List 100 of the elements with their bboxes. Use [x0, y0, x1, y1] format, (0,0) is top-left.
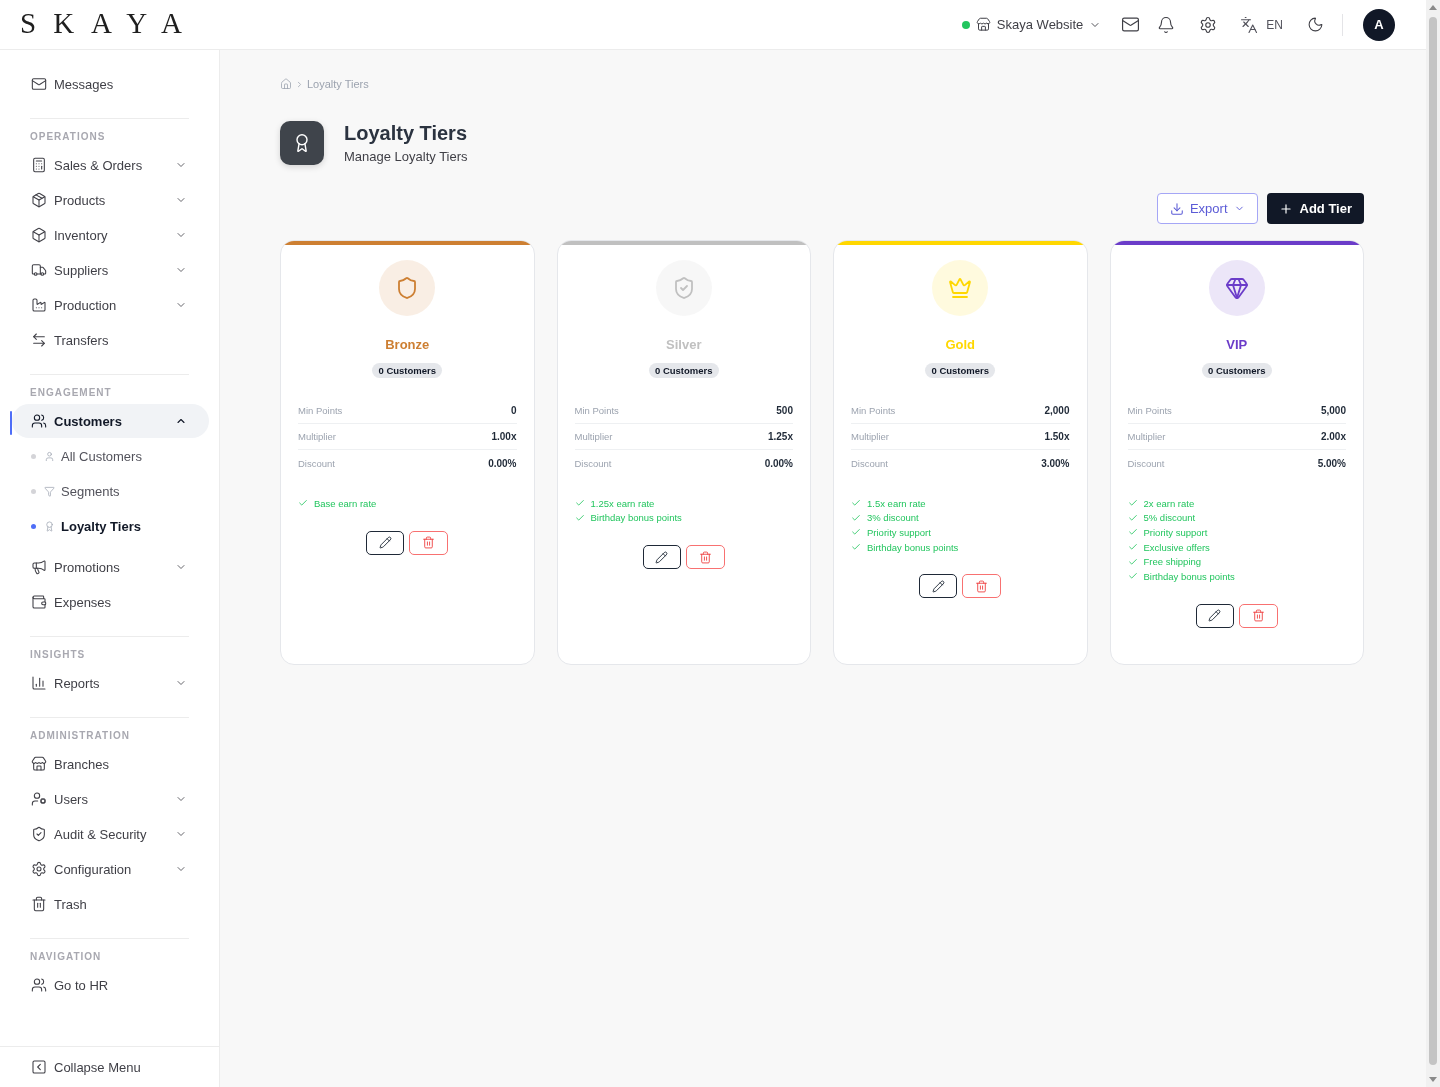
translate-icon: [1240, 15, 1259, 34]
sidebar-subitem[interactable]: Segments: [12, 474, 209, 509]
pencil-icon: [378, 536, 392, 550]
sidebar-item[interactable]: Messages: [12, 67, 209, 101]
sidebar-item[interactable]: Suppliers: [12, 253, 209, 287]
feature-text: 1.25x earn rate: [590, 497, 655, 509]
envelope-icon: [1120, 15, 1140, 34]
avatar-button[interactable]: A: [1363, 8, 1395, 41]
check-icon: [851, 512, 861, 523]
tier-name: VIP: [1226, 337, 1248, 353]
edit-button[interactable]: [366, 530, 405, 555]
check-icon: [574, 498, 585, 509]
bullet-dot-icon: [31, 454, 36, 459]
language-button[interactable]: EN: [1234, 6, 1289, 43]
chevron-right-icon: [295, 79, 304, 89]
add-tier-button[interactable]: Add Tier: [1266, 193, 1364, 224]
sidebar-item[interactable]: Users: [12, 782, 209, 816]
stat-label: Discount: [298, 457, 335, 469]
factory-icon: [31, 297, 47, 313]
feature-text: 3% discount: [867, 512, 919, 524]
megaphone-icon: [31, 559, 47, 575]
trash-icon: [698, 550, 712, 564]
feature-text: Exclusive offers: [1143, 541, 1210, 553]
scrollbar[interactable]: [1426, 0, 1440, 1087]
bar-chart-icon: [31, 675, 47, 691]
trash-icon: [422, 536, 436, 550]
edit-button[interactable]: [642, 545, 681, 570]
sidebar-item[interactable]: Customers: [12, 404, 209, 438]
stat-label: Min Points: [1127, 405, 1172, 416]
sidebar-subitem[interactable]: All Customers: [12, 439, 209, 474]
users-icon: [31, 413, 47, 429]
sidebar-item[interactable]: Configuration: [12, 852, 209, 886]
customer-count-badge: 0 Customers: [925, 363, 996, 378]
store-selector[interactable]: Skaya Website: [961, 17, 1102, 32]
section-heading: ADMINISTRATION: [30, 729, 131, 743]
user-icon: [44, 451, 55, 462]
award-icon: [280, 121, 324, 165]
sidebar-item[interactable]: Reports: [12, 666, 209, 700]
sidebar-item[interactable]: Production: [12, 288, 209, 322]
scrollbar-thumb[interactable]: [1429, 17, 1437, 1065]
store-icon: [975, 17, 991, 32]
sidebar-item[interactable]: Sales & Orders: [12, 148, 209, 182]
sidebar-item[interactable]: Go to HR: [12, 968, 209, 1002]
check-icon: [298, 498, 308, 509]
stat-value: 0.00%: [764, 457, 793, 469]
sidebar-item[interactable]: Transfers: [12, 323, 209, 357]
settings-icon: [1199, 15, 1218, 34]
section-heading: NAVIGATION: [30, 950, 103, 964]
section-heading: ENGAGEMENT: [30, 386, 113, 400]
sidebar-item[interactable]: Expenses: [12, 585, 209, 619]
sidebar-item[interactable]: Trash: [12, 887, 209, 921]
check-icon: [1127, 498, 1138, 509]
stat-label: Discount: [1127, 457, 1165, 469]
feature-text: 1.5x earn rate: [867, 497, 926, 509]
envelope-icon: [31, 76, 47, 92]
shield-check-icon: [31, 826, 47, 842]
bell-icon: [1157, 15, 1176, 34]
stat-value: 0: [510, 405, 517, 416]
sidebar-item[interactable]: Audit & Security: [12, 817, 209, 851]
stat-value: 5.00%: [1317, 457, 1346, 469]
sidebar-item[interactable]: Branches: [12, 747, 209, 781]
edit-button[interactable]: [919, 574, 958, 599]
customer-count-badge: 0 Customers: [648, 363, 719, 378]
check-icon: [851, 498, 861, 509]
stat-value: 2.00x: [1320, 431, 1346, 442]
customer-count-badge: 0 Customers: [372, 363, 443, 378]
stat-label: Discount: [851, 457, 888, 469]
feature-text: 5% discount: [1143, 512, 1196, 524]
export-button[interactable]: Export: [1156, 193, 1258, 224]
scroll-down-arrow-icon[interactable]: [1429, 1077, 1437, 1082]
plus-icon: [1278, 201, 1293, 216]
download-icon: [1169, 201, 1184, 216]
stat-label: Min Points: [574, 405, 619, 416]
calculator-icon: [31, 157, 47, 173]
bullet-dot-icon: [31, 489, 36, 494]
collapse-menu-button[interactable]: Collapse Menu: [31, 1059, 141, 1075]
stat-value: 3.00%: [1041, 457, 1070, 469]
scroll-up-arrow-icon[interactable]: [1429, 5, 1437, 10]
check-icon: [1127, 512, 1138, 523]
moon-icon: [1306, 16, 1324, 33]
check-icon: [1127, 556, 1138, 567]
settings-icon: [31, 861, 47, 877]
brand-logo[interactable]: SKAYA: [20, 5, 200, 40]
stat-label: Multiplier: [298, 431, 336, 442]
stat-label: Min Points: [298, 405, 343, 416]
home-icon[interactable]: [280, 78, 292, 90]
check-icon: [1127, 542, 1138, 553]
pencil-icon: [1208, 609, 1222, 623]
feature-text: Birthday bonus points: [590, 512, 682, 524]
edit-button[interactable]: [1195, 603, 1234, 628]
sidebar-item[interactable]: Inventory: [12, 218, 209, 252]
feature-text: Priority support: [867, 527, 931, 538]
stat-label: Multiplier: [851, 431, 889, 442]
tier-name: Bronze: [385, 337, 430, 353]
customer-count-badge: 0 Customers: [1201, 363, 1272, 378]
sidebar-item[interactable]: Products: [12, 183, 209, 217]
stat-value: 1.25x: [767, 431, 793, 442]
users-icon: [31, 977, 47, 993]
sidebar-item[interactable]: Promotions: [12, 550, 209, 584]
sidebar-subitem[interactable]: Loyalty Tiers: [12, 509, 209, 544]
